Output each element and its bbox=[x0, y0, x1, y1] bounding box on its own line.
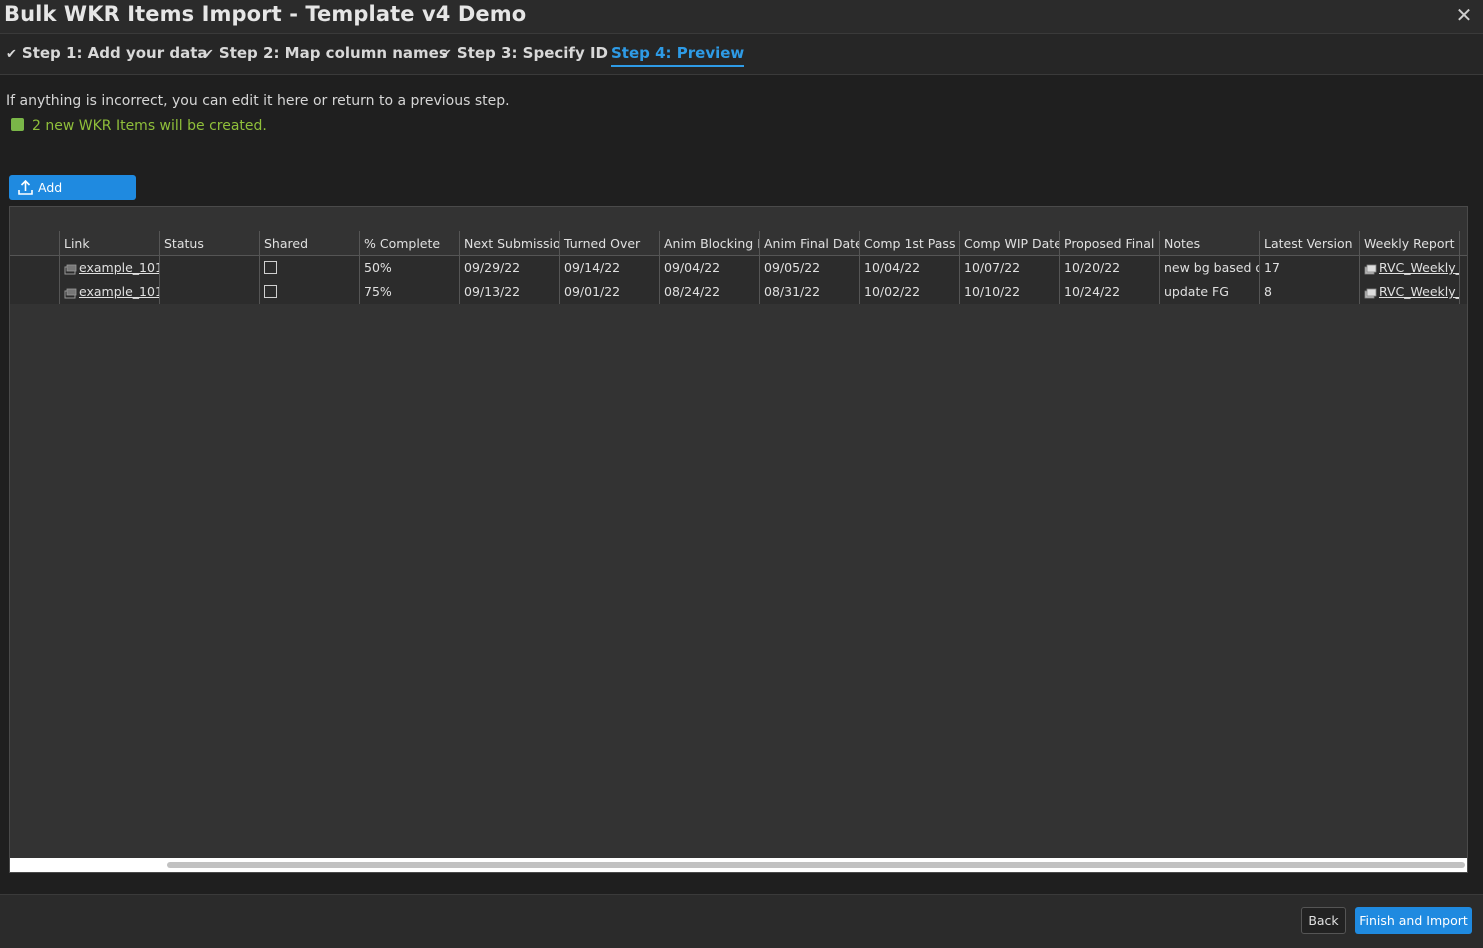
cell-status[interactable] bbox=[160, 256, 260, 280]
cell-proposed-final[interactable]: 10/20/22 bbox=[1060, 256, 1160, 280]
dialog-title: Bulk WKR Items Import - Template v4 Demo bbox=[4, 2, 527, 26]
weekly-report-link[interactable]: RVC_Weekly_F bbox=[1379, 260, 1459, 275]
cell-turned-over[interactable]: 09/14/22 bbox=[560, 256, 660, 280]
dialog-footer: Back Finish and Import bbox=[0, 894, 1483, 948]
header-next-submission[interactable]: Next Submission bbox=[460, 231, 560, 256]
step-tabs: ✔ Step 1: Add your data ✔ Step 2: Map colu… bbox=[0, 34, 1483, 75]
table-row: example_101_ 75% 09/13/22 09/01/22 08/24… bbox=[10, 280, 1467, 304]
header-complete[interactable]: % Complete bbox=[360, 231, 460, 256]
cell-comp-1st-pass[interactable]: 10/04/22 bbox=[860, 256, 960, 280]
cell-thumbnail[interactable] bbox=[10, 280, 60, 304]
title-bar: Bulk WKR Items Import - Template v4 Demo… bbox=[0, 0, 1483, 34]
table-header: Link Status Shared % Complete Next Submi… bbox=[10, 231, 1467, 256]
scrollbar-thumb[interactable] bbox=[167, 862, 1465, 868]
header-notes[interactable]: Notes bbox=[1160, 231, 1260, 256]
tab-step-2[interactable]: ✔ Step 2: Map column names bbox=[203, 44, 448, 62]
header-turned-over[interactable]: Turned Over bbox=[560, 231, 660, 256]
cell-anim-blocking[interactable]: 08/24/22 bbox=[660, 280, 760, 304]
check-icon: ✔ bbox=[441, 47, 452, 62]
upload-icon bbox=[18, 179, 33, 195]
header-latest-version[interactable]: Latest Version bbox=[1260, 231, 1360, 256]
header-anim-final[interactable]: Anim Final Date bbox=[760, 231, 860, 256]
cell-next-submission[interactable]: 09/13/22 bbox=[460, 280, 560, 304]
header-proposed-final[interactable]: Proposed Final D bbox=[1060, 231, 1160, 256]
cell-comp-1st-pass[interactable]: 10/02/22 bbox=[860, 280, 960, 304]
cell-comp-wip[interactable]: 10/10/22 bbox=[960, 280, 1060, 304]
cell-weekly-report[interactable]: RVC_Weekly_F bbox=[1360, 256, 1460, 280]
link-text[interactable]: example_101_ bbox=[79, 284, 159, 299]
header-link[interactable]: Link bbox=[60, 231, 160, 256]
tab-step-1[interactable]: ✔ Step 1: Add your data bbox=[6, 44, 208, 62]
cell-latest-version[interactable]: 8 bbox=[1260, 280, 1360, 304]
header-thumbnail bbox=[10, 231, 60, 256]
success-square-icon bbox=[11, 118, 24, 131]
cell-proposed-final[interactable]: 10/24/22 bbox=[1060, 280, 1160, 304]
check-icon: ✔ bbox=[6, 47, 17, 62]
check-icon: ✔ bbox=[203, 47, 214, 62]
cell-anim-final[interactable]: 08/31/22 bbox=[760, 280, 860, 304]
cell-status[interactable] bbox=[160, 280, 260, 304]
cell-comp-wip[interactable]: 10/07/22 bbox=[960, 256, 1060, 280]
tab-step-3-label: Step 3: Specify ID bbox=[456, 44, 608, 62]
entity-icon bbox=[64, 288, 77, 299]
header-weekly-report[interactable]: Weekly Report bbox=[1360, 231, 1460, 256]
cell-anim-final[interactable]: 09/05/22 bbox=[760, 256, 860, 280]
header-status[interactable]: Status bbox=[160, 231, 260, 256]
cell-anim-blocking[interactable]: 09/04/22 bbox=[660, 256, 760, 280]
shared-checkbox[interactable] bbox=[264, 261, 277, 274]
file-stack-icon bbox=[1364, 264, 1377, 275]
create-notice-text: 2 new WKR Items will be created. bbox=[32, 118, 267, 134]
header-comp-wip[interactable]: Comp WIP Date bbox=[960, 231, 1060, 256]
cell-complete[interactable]: 75% bbox=[360, 280, 460, 304]
horizontal-scrollbar[interactable] bbox=[10, 858, 1467, 872]
cell-next-submission[interactable]: 09/29/22 bbox=[460, 256, 560, 280]
header-anim-blocking[interactable]: Anim Blocking Da bbox=[660, 231, 760, 256]
cell-complete[interactable]: 50% bbox=[360, 256, 460, 280]
cell-turned-over[interactable]: 09/01/22 bbox=[560, 280, 660, 304]
preview-table: Link Status Shared % Complete Next Submi… bbox=[9, 206, 1468, 873]
cell-shared bbox=[260, 280, 360, 304]
tab-step-2-label: Step 2: Map column names bbox=[218, 44, 448, 62]
cell-link[interactable]: example_101_ bbox=[60, 256, 160, 280]
cell-notes[interactable]: update FG bbox=[1160, 280, 1260, 304]
cell-latest-version[interactable]: 17 bbox=[1260, 256, 1360, 280]
info-text: If anything is incorrect, you can edit i… bbox=[6, 93, 510, 109]
tab-step-1-label: Step 1: Add your data bbox=[21, 44, 208, 62]
cell-link[interactable]: example_101_ bbox=[60, 280, 160, 304]
header-shared[interactable]: Shared bbox=[260, 231, 360, 256]
tab-step-4[interactable]: Step 4: Preview bbox=[611, 44, 745, 67]
table-row: example_101_ 50% 09/29/22 09/14/22 09/04… bbox=[10, 256, 1467, 280]
weekly-report-link[interactable]: RVC_Weekly_F bbox=[1379, 284, 1459, 299]
finish-and-import-button[interactable]: Finish and Import bbox=[1355, 907, 1472, 934]
file-stack-icon bbox=[1364, 288, 1377, 299]
cell-weekly-report[interactable]: RVC_Weekly_F bbox=[1360, 280, 1460, 304]
header-comp-1st-pass[interactable]: Comp 1st Pass Da bbox=[860, 231, 960, 256]
add-thumbnails-button[interactable]: Add thumbnails bbox=[9, 175, 136, 220]
cell-thumbnail[interactable] bbox=[10, 256, 60, 280]
create-notice: 2 new WKR Items will be created. bbox=[11, 118, 267, 134]
back-button[interactable]: Back bbox=[1301, 907, 1346, 934]
link-text[interactable]: example_101_ bbox=[79, 260, 159, 275]
shared-checkbox[interactable] bbox=[264, 285, 277, 298]
entity-icon bbox=[64, 264, 77, 275]
cell-shared bbox=[260, 256, 360, 280]
tab-step-3[interactable]: ✔ Step 3: Specify ID bbox=[441, 44, 608, 62]
cell-notes[interactable]: new bg based or bbox=[1160, 256, 1260, 280]
close-icon[interactable]: ✕ bbox=[1453, 4, 1475, 26]
